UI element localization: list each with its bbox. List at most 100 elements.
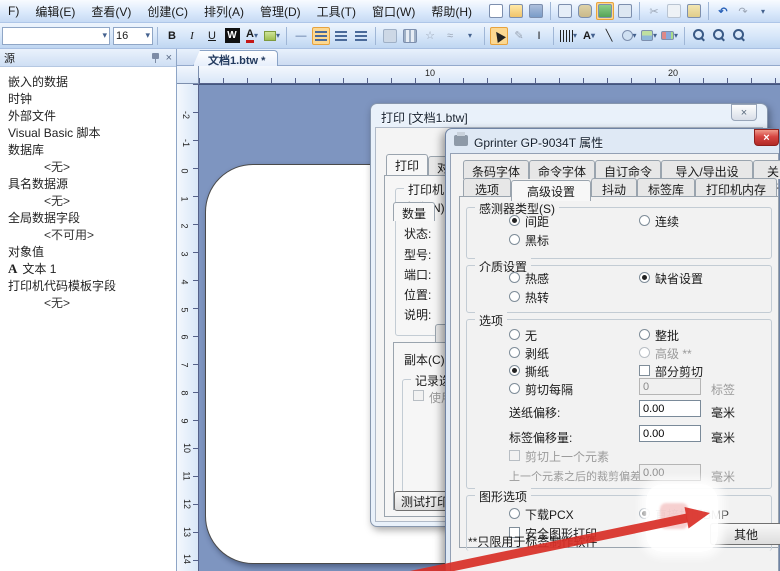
style-overflow-icon[interactable]: ▾ [461,27,479,45]
frame-style-icon[interactable] [381,27,399,45]
shape-tool[interactable]: ▾ [620,27,638,45]
w-style-icon[interactable]: W [223,27,241,45]
crop-after-input[interactable] [639,464,701,481]
text-tool[interactable]: A▾ [580,27,598,45]
tree-item[interactable]: 全局数据字段 [0,209,176,226]
tree-item-text1[interactable]: A文本 1 [0,260,176,277]
menu-tools[interactable]: 工具(T) [309,0,364,23]
save-icon[interactable] [527,2,545,20]
tab-print[interactable]: 打印 [386,154,428,175]
tab-command-fonts[interactable]: 命令字体 [529,160,595,179]
wave-style-icon[interactable]: ≈ [441,27,459,45]
close-panel-icon[interactable]: × [166,52,172,64]
database-icon[interactable] [576,2,594,20]
pcx-radio[interactable] [509,508,520,519]
selection-tool[interactable] [490,27,508,45]
menu-create[interactable]: 创建(C) [139,0,196,23]
cut-every-radio[interactable] [509,383,520,394]
tab-advanced-settings[interactable]: 高级设置 [511,180,591,201]
tree-item[interactable]: <无> [0,192,176,209]
italic-button[interactable]: I [183,27,201,45]
use-checkbox[interactable] [413,390,424,401]
label-offset-input[interactable] [639,425,701,442]
line-style-icon[interactable]: — [292,27,310,45]
zoom-in-icon[interactable] [690,27,708,45]
cut-last-checkbox[interactable] [509,450,520,461]
open-icon[interactable] [507,2,525,20]
blackmark-radio[interactable] [509,234,520,245]
font-color-icon[interactable]: A▾ [243,27,261,45]
redo-icon[interactable]: ↷ [734,2,752,20]
default-settings-radio[interactable] [639,272,650,283]
barcode-tool[interactable]: ▾ [559,27,578,45]
grid-style-icon[interactable] [401,27,419,45]
transfer-radio[interactable] [509,291,520,302]
print-preview-icon[interactable] [596,2,614,20]
font-name-combo[interactable]: ▾ [2,27,110,45]
tab-options[interactable]: 选项 [463,178,511,197]
tear-radio[interactable] [509,365,520,376]
tree-item[interactable]: 外部文件 [0,107,176,124]
bold-button[interactable]: B [163,27,181,45]
line-tool[interactable]: ╲ [600,27,618,45]
menu-help[interactable]: 帮助(H) [423,0,480,23]
highlight-color-icon[interactable]: ▾ [263,27,281,45]
tab-stocks[interactable]: 标签库 [637,178,695,197]
gap-radio[interactable] [509,215,520,226]
new-document-icon[interactable] [487,2,505,20]
toolbar-overflow-icon[interactable]: ▾ [754,2,772,20]
menu-manage[interactable]: 管理(D) [252,0,309,23]
menu-window[interactable]: 窗口(W) [364,0,423,23]
menu-view[interactable]: 查看(V) [83,0,139,23]
advanced-radio[interactable] [639,347,650,358]
tree-item[interactable]: 嵌入的数据 [0,73,176,90]
tab-import-export[interactable]: 导入/导出设置 [661,160,753,179]
cut-icon[interactable]: ✂ [645,2,663,20]
tree-item[interactable]: <无> [0,294,176,311]
vertical-ruler[interactable]: -2 -1 0 1 2 3 4 5 6 7 8 9 10 11 12 13 14… [177,84,199,571]
menu-edit[interactable]: 编辑(E) [27,0,83,23]
tree-item[interactable]: Visual Basic 脚本 [0,124,176,141]
menu-arrange[interactable]: 排列(A) [196,0,252,23]
tree-item[interactable]: 时钟 [0,90,176,107]
document-tab[interactable]: 文档1.btw * [193,50,278,66]
tab-printer-memory[interactable]: 打印机内存 [695,178,777,197]
thermal-radio[interactable] [509,272,520,283]
tree-item[interactable]: 对象值 [0,243,176,260]
tab-about[interactable]: 关于 [753,160,780,179]
other-button[interactable]: 其他 [710,523,780,545]
tab-quantity[interactable]: 数量 [393,202,435,221]
tree-item[interactable]: 打印机代码模板字段 [0,277,176,294]
text-cursor-tool[interactable]: I [530,27,548,45]
align-center-icon[interactable] [332,27,350,45]
close-icon[interactable]: × [731,104,757,121]
tab-custom-commands[interactable]: 自订命令 [595,160,661,179]
print-icon[interactable] [616,2,634,20]
peel-radio[interactable] [509,347,520,358]
tree-item[interactable]: 具名数据源 [0,175,176,192]
menu-file-partial[interactable]: F) [0,1,27,21]
object-tool[interactable]: ▾ [660,27,679,45]
cut-every-input[interactable] [639,378,701,395]
feed-offset-input[interactable] [639,400,701,417]
tab-dithering[interactable]: 抖动 [591,178,637,197]
star-style-icon[interactable]: ☆ [421,27,439,45]
tab-barcode-fonts[interactable]: 条码字体 [463,160,529,179]
batch-radio[interactable] [639,329,650,340]
continuous-radio[interactable] [639,215,650,226]
zoom-out-icon[interactable] [710,27,728,45]
tree-item[interactable]: 数据库 [0,141,176,158]
align-left-icon[interactable] [312,27,330,45]
none-radio[interactable] [509,329,520,340]
pin-icon[interactable] [151,52,160,64]
tree-item[interactable]: <无> [0,158,176,175]
underline-button[interactable]: U [203,27,221,45]
close-icon[interactable]: × [754,129,779,146]
undo-icon[interactable]: ↶ [714,2,732,20]
align-right-icon[interactable] [352,27,370,45]
zoom-fit-icon[interactable] [730,27,748,45]
pencil-tool[interactable]: ✎ [510,27,528,45]
partial-cut-checkbox[interactable] [639,365,650,376]
copy-icon[interactable] [665,2,683,20]
font-size-combo[interactable]: 16▾ [113,27,153,45]
